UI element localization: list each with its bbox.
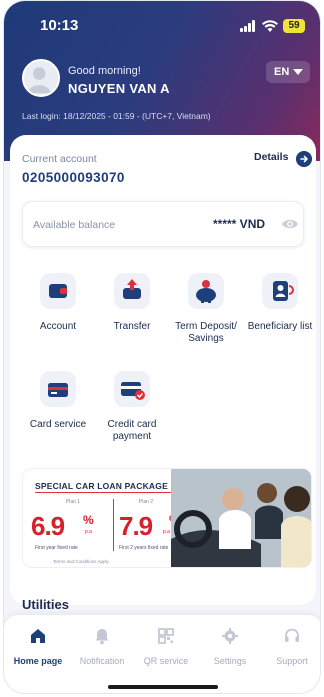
- transfer-icon: [114, 273, 150, 309]
- language-label: EN: [274, 66, 290, 78]
- service-account[interactable]: Account: [19, 273, 97, 333]
- qr-icon: [158, 628, 174, 644]
- nav-label: Notification: [79, 656, 125, 666]
- nav-label: Support: [276, 656, 308, 666]
- service-transfer[interactable]: Transfer: [93, 273, 171, 333]
- cellular-signal-icon: [240, 20, 256, 32]
- plan2-name: Plan 2: [138, 499, 154, 505]
- service-label: Term Deposit/ Savings: [175, 321, 237, 344]
- arrow-right-circle-icon[interactable]: [296, 151, 312, 167]
- plan1-pa: p.a: [85, 529, 92, 535]
- plan1-percent: %: [83, 513, 94, 527]
- nav-notification[interactable]: Notification: [70, 627, 134, 666]
- service-label: Transfer: [113, 321, 151, 332]
- service-label: Credit card payment: [107, 419, 157, 442]
- wallet-icon: [40, 273, 76, 309]
- status-bar: 10:13 59: [4, 17, 320, 37]
- account-card: Current account 0205000093070 Details Av…: [10, 135, 316, 605]
- plan-divider: [113, 499, 114, 551]
- language-selector[interactable]: EN: [266, 61, 310, 83]
- nav-home[interactable]: Home page: [6, 627, 70, 666]
- nav-support[interactable]: Support: [260, 627, 320, 666]
- details-link[interactable]: Details: [254, 151, 288, 163]
- nav-settings[interactable]: Settings: [198, 627, 262, 666]
- service-label: Card service: [29, 419, 87, 430]
- user-silhouette-icon: [27, 67, 51, 94]
- terms-note: Terms and Conditions Apply: [53, 559, 109, 564]
- service-credit-card-payment[interactable]: Credit card payment: [93, 371, 171, 443]
- service-term-deposit[interactable]: Term Deposit/ Savings: [167, 273, 245, 345]
- service-label: Account: [39, 321, 77, 332]
- card-icon: [40, 371, 76, 407]
- banner-underline: [35, 492, 173, 493]
- nav-qr-service[interactable]: QR service: [134, 627, 198, 666]
- balance-value: ***** VND: [213, 217, 266, 231]
- eye-icon[interactable]: [281, 217, 299, 231]
- piggy-bank-icon: [188, 273, 224, 309]
- plan1-rate: 6.9: [31, 511, 65, 541]
- account-type-label: Current account: [22, 153, 97, 165]
- headset-icon: [285, 628, 299, 642]
- beneficiary-icon: [262, 273, 298, 309]
- greeting-text: Good morning!: [68, 65, 141, 77]
- banner-photo-car-people: [171, 469, 311, 567]
- battery-indicator: 59: [283, 19, 305, 33]
- plan2-pa: p.a: [163, 529, 170, 535]
- nav-label: Settings: [213, 656, 247, 666]
- gear-icon: [222, 628, 238, 644]
- status-time: 10:13: [40, 17, 79, 34]
- credit-card-payment-icon: [114, 371, 150, 407]
- avatar[interactable]: [22, 59, 60, 97]
- wifi-icon: [262, 20, 278, 32]
- user-name: NGUYEN VAN A: [68, 81, 170, 96]
- last-login-text: Last login: 18/12/2025 - 01:59 - (UTC+7,…: [22, 111, 211, 121]
- service-card[interactable]: Card service: [19, 371, 97, 431]
- service-label: Beneficiary list: [247, 321, 313, 332]
- plan1-fixed: First year fixed rate: [35, 545, 78, 551]
- service-beneficiary-list[interactable]: Beneficiary list: [241, 273, 319, 333]
- plan2-fixed: First 2 years fixed rate: [119, 545, 169, 551]
- app-screen: 10:13 59 Good morning! NGUYEN VAN A EN L…: [3, 0, 321, 694]
- car-loan-banner[interactable]: SPECIAL CAR LOAN PACKAGE Plan 1 6.9 % p.…: [22, 468, 312, 568]
- balance-label: Available balance: [33, 219, 116, 231]
- banner-offer: SPECIAL CAR LOAN PACKAGE Plan 1 6.9 % p.…: [23, 469, 180, 567]
- banner-title: SPECIAL CAR LOAN PACKAGE: [35, 481, 168, 491]
- caret-down-icon: [293, 69, 303, 75]
- plan1-name: Plan 1: [65, 499, 81, 505]
- home-indicator: [108, 685, 218, 689]
- bottom-nav: Home page Notification QR service Settin…: [4, 615, 320, 693]
- balance-box: Available balance ***** VND: [22, 201, 304, 247]
- plan2-rate: 7.9: [119, 511, 153, 541]
- home-icon: [31, 629, 45, 643]
- nav-label: Home page: [13, 656, 63, 666]
- account-number: 0205000093070: [22, 170, 125, 185]
- utilities-heading: Utilities: [22, 597, 69, 612]
- nav-label: QR service: [143, 656, 189, 666]
- bell-icon: [95, 629, 109, 645]
